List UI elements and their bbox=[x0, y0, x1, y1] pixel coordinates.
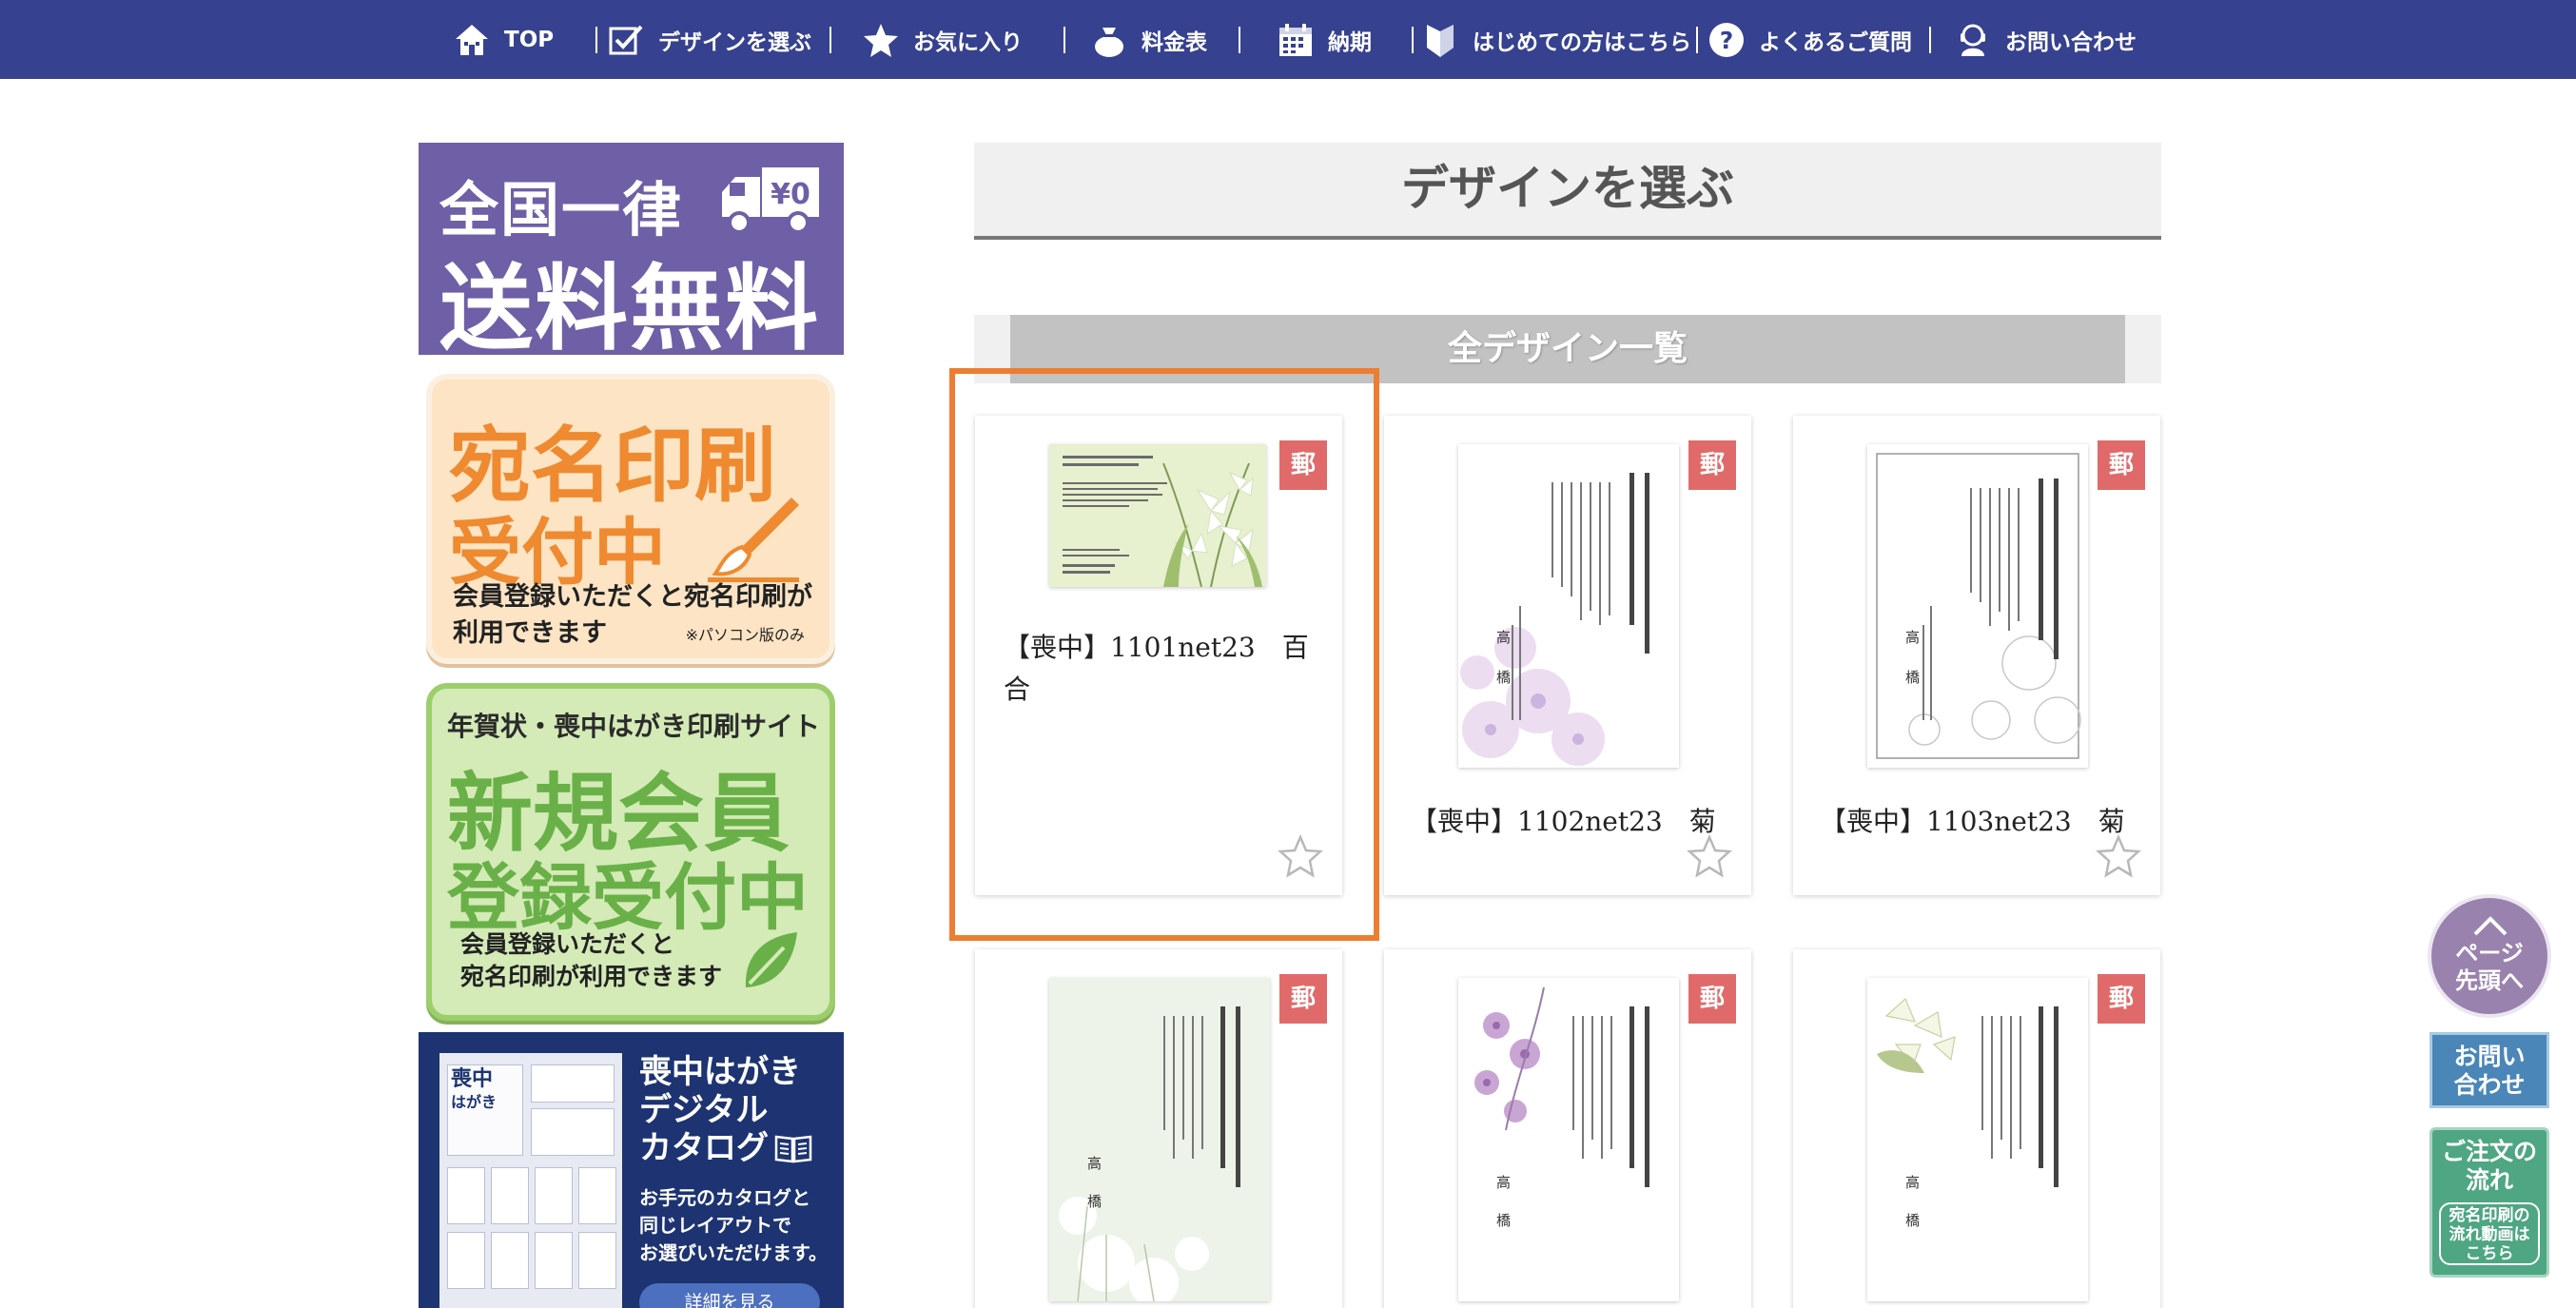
banner-note: ※パソコン版のみ bbox=[685, 626, 805, 644]
new-member-banner[interactable]: 年賀状・喪中はがき印刷サイト 新規会員 登録受付中 会員登録いただくと 宛名印刷… bbox=[426, 683, 835, 1021]
free-shipping-banner[interactable]: 全国一律 ¥0 送料無料 bbox=[419, 143, 844, 355]
page-title: デザインを選ぶ bbox=[974, 143, 2161, 240]
design-thumbnail[interactable]: 高 橋 bbox=[1867, 978, 2088, 1301]
svg-text:橋: 橋 bbox=[1496, 1212, 1511, 1229]
truck-icon: ¥0 bbox=[722, 167, 819, 234]
svg-text:?: ? bbox=[1720, 27, 1734, 54]
nav-item-contact[interactable]: お問い合わせ bbox=[1954, 0, 2137, 79]
beginner-mark-icon bbox=[1427, 24, 1454, 57]
nav-separator bbox=[829, 27, 831, 53]
question-icon: ? bbox=[1709, 22, 1744, 57]
design-thumbnail[interactable]: 高 橋 bbox=[1049, 978, 1270, 1301]
postal-badge: 郵 bbox=[1279, 974, 1327, 1024]
catalog-cover-image: 喪中 はがき bbox=[439, 1053, 622, 1308]
nav-item-faq[interactable]: ? よくあるご質問 bbox=[1708, 0, 1912, 79]
postal-badge: 郵 bbox=[1688, 974, 1736, 1024]
nav-item-top[interactable]: TOP bbox=[453, 0, 554, 79]
design-card[interactable]: 高 橋 郵 【喪中】1102net23 菊 bbox=[1384, 416, 1751, 895]
leaf-icon bbox=[745, 932, 797, 987]
design-title[interactable]: 【喪中】1103net23 菊 bbox=[1820, 801, 2134, 843]
nav-item-label: よくあるご質問 bbox=[1759, 29, 1912, 55]
address-print-banner[interactable]: 宛名印刷 受付中 会員登録いただくと宛名印刷が 利用できます ※パソコン版のみ bbox=[426, 374, 835, 664]
star-icon bbox=[864, 23, 898, 57]
design-thumbnail[interactable]: 高 橋 bbox=[1458, 444, 1679, 768]
banner-text: お手元のカタログと 同じレイアウトで お選びいただけます。 bbox=[639, 1186, 828, 1264]
svg-text:高: 高 bbox=[1905, 1174, 1920, 1191]
nav-item-label: お気に入り bbox=[913, 29, 1023, 55]
favorite-star-icon[interactable] bbox=[1687, 834, 1732, 878]
catalog-details-button[interactable]: 詳細を見る bbox=[639, 1283, 820, 1308]
chevron-up-icon bbox=[2473, 916, 2508, 936]
svg-text:橋: 橋 bbox=[1496, 669, 1511, 686]
nav-separator bbox=[1929, 27, 1931, 53]
nav-item-design[interactable]: デザインを選ぶ bbox=[607, 0, 811, 79]
nav-item-label: TOP bbox=[504, 27, 555, 52]
svg-text:高: 高 bbox=[1087, 1155, 1102, 1172]
design-title[interactable]: 【喪中】1102net23 菊 bbox=[1411, 801, 1725, 843]
video-link[interactable]: 宛名印刷の 流れ動画は こちら bbox=[2439, 1202, 2540, 1265]
calendar-icon bbox=[1279, 23, 1312, 56]
svg-text:橋: 橋 bbox=[1087, 1193, 1102, 1210]
selected-card-highlight bbox=[949, 368, 1379, 941]
nav-item-delivery[interactable]: 納期 bbox=[1277, 0, 1372, 79]
nav-separator bbox=[1064, 27, 1065, 53]
banner-text: 年賀状・喪中はがき印刷サイト bbox=[447, 711, 821, 742]
svg-text:高: 高 bbox=[1905, 629, 1920, 646]
book-icon bbox=[774, 1135, 812, 1163]
design-card[interactable]: 高 橋 郵 bbox=[975, 949, 1342, 1308]
top-navigation: TOP デザインを選ぶ お気に入り 料金表 納期 はじめての方はこちら ? よく… bbox=[0, 0, 2576, 79]
svg-text:高: 高 bbox=[1496, 629, 1511, 646]
brush-icon bbox=[708, 498, 799, 582]
price-tag: ¥0 bbox=[771, 178, 810, 211]
design-card[interactable]: 高 橋 郵 bbox=[1384, 949, 1751, 1308]
nav-item-label: お問い合わせ bbox=[2005, 29, 2137, 55]
nav-item-label: デザインを選ぶ bbox=[658, 29, 811, 55]
catalog-cover-title: 喪中 bbox=[451, 1067, 494, 1091]
nav-item-label: 納期 bbox=[1328, 29, 1372, 55]
design-thumbnail[interactable]: 高 橋 bbox=[1867, 444, 2088, 768]
contact-side-button[interactable]: お問い 合わせ bbox=[2430, 1032, 2549, 1108]
nav-separator bbox=[1412, 27, 1414, 53]
design-card[interactable]: 高 橋 郵 【喪中】1103net23 菊 bbox=[1793, 416, 2160, 895]
nav-separator bbox=[1696, 27, 1698, 53]
nav-item-label: 料金表 bbox=[1142, 29, 1207, 55]
svg-text:高: 高 bbox=[1496, 1174, 1511, 1191]
nav-item-pricing[interactable]: 料金表 bbox=[1090, 0, 1207, 79]
svg-text:橋: 橋 bbox=[1905, 669, 1920, 686]
operator-icon bbox=[1961, 24, 1985, 56]
postal-badge: 郵 bbox=[2098, 440, 2145, 490]
nav-item-beginners[interactable]: はじめての方はこちら bbox=[1421, 0, 1691, 79]
banner-text: 喪中はがき デジタル カタログ bbox=[639, 1053, 812, 1167]
banner-text: 会員登録いただくと 宛名印刷が利用できます bbox=[460, 930, 723, 990]
digital-catalog-banner[interactable]: 喪中 はがき 喪中はがき デジタル カタログ お手元のカタログと 同じレイアウト… bbox=[419, 1032, 844, 1308]
checkbox-icon bbox=[609, 25, 643, 54]
order-flow-side-button[interactable]: ご注文の 流れ 宛名印刷の 流れ動画は こちら bbox=[2430, 1127, 2549, 1278]
nav-item-favorites[interactable]: お気に入り bbox=[862, 0, 1023, 79]
page-top-button[interactable]: ページ 先頭へ bbox=[2428, 894, 2551, 1018]
nav-separator bbox=[595, 27, 597, 53]
postal-badge: 郵 bbox=[2098, 974, 2145, 1024]
svg-text:橋: 橋 bbox=[1905, 1212, 1920, 1229]
favorite-star-icon[interactable] bbox=[2096, 834, 2141, 878]
design-card[interactable]: 高 橋 郵 bbox=[1793, 949, 2160, 1308]
nav-item-label: はじめての方はこちら bbox=[1473, 29, 1691, 55]
banner-text: 送料無料 bbox=[439, 255, 821, 355]
catalog-cover-subtitle: はがき bbox=[451, 1093, 498, 1111]
postal-badge: 郵 bbox=[1688, 440, 1736, 490]
nav-separator bbox=[1239, 27, 1240, 53]
home-icon bbox=[456, 24, 488, 55]
money-bag-icon bbox=[1095, 27, 1123, 57]
design-thumbnail[interactable]: 高 橋 bbox=[1458, 978, 1679, 1301]
